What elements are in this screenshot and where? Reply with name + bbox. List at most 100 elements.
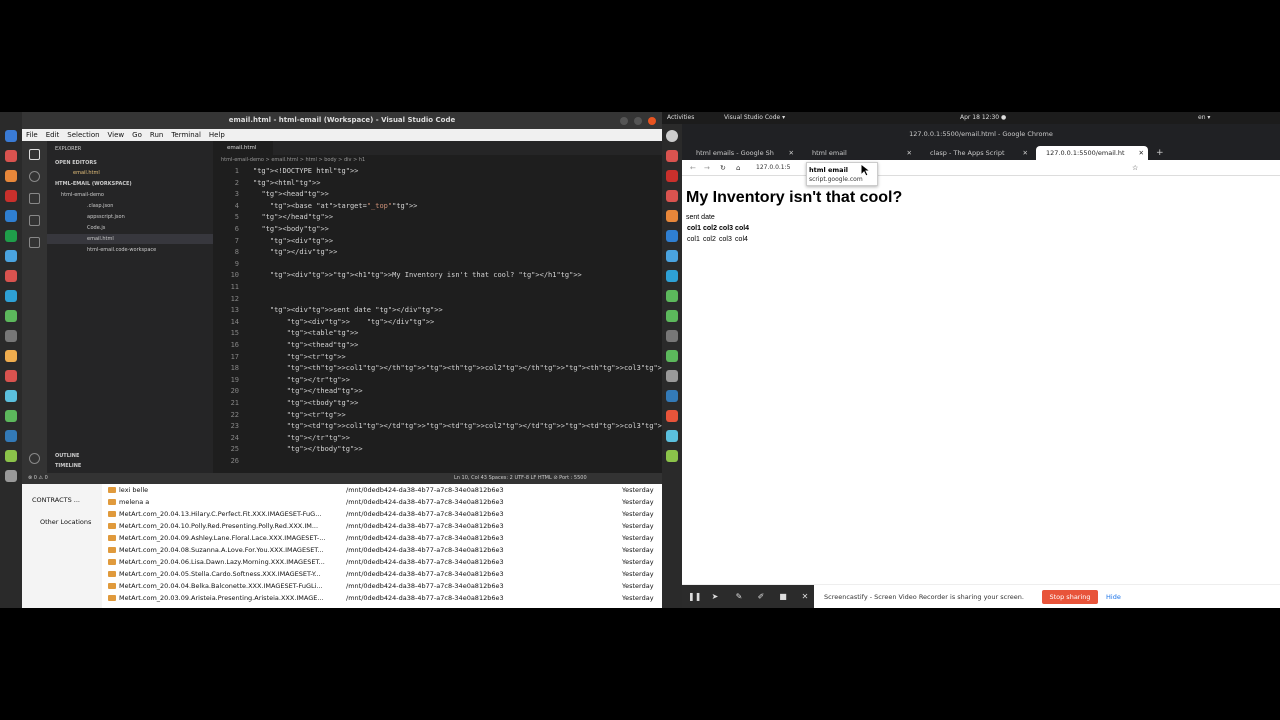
breadcrumb[interactable]: html-email-demo > email.html > html > bo…: [213, 156, 662, 165]
code-line[interactable]: 6 "tg"><body"tg">>: [213, 224, 662, 236]
code-line[interactable]: 17 "tg"><tr"tg">>: [213, 352, 662, 364]
code-line[interactable]: 19 "tg"></tr"tg">>: [213, 375, 662, 387]
close-icon[interactable]: ✕: [800, 592, 810, 602]
menu-file[interactable]: File: [22, 131, 42, 139]
code-line[interactable]: 7 "tg"><div"tg">>: [213, 236, 662, 248]
file-item-selected[interactable]: email.html: [47, 234, 213, 244]
skype-icon[interactable]: [5, 290, 17, 302]
camera-icon[interactable]: ■: [778, 592, 788, 602]
tab-clasp[interactable]: clasp - The Apps Script ✕: [920, 146, 1032, 160]
file-row[interactable]: MetArt.com_20.04.09.Ashley.Lane.Floral.L…: [106, 532, 662, 544]
close-button[interactable]: [648, 117, 656, 125]
menu-help[interactable]: Help: [205, 131, 229, 139]
tab-localhost[interactable]: 127.0.0.1:5500/email.ht ✕: [1036, 146, 1148, 160]
back-icon[interactable]: ←: [690, 160, 696, 175]
code-line[interactable]: 15 "tg"><table"tg">>: [213, 328, 662, 340]
app-icon[interactable]: [5, 350, 17, 362]
app-icon[interactable]: [666, 430, 678, 442]
file-row[interactable]: MetArt.com_20.04.04.Belka.Balconette.XXX…: [106, 580, 662, 592]
app-icon[interactable]: [666, 250, 678, 262]
reload-icon[interactable]: ↻: [720, 160, 726, 175]
highlighter-icon[interactable]: ✐: [756, 592, 766, 602]
problems-status[interactable]: ⊗ 0 ⚠ 0: [22, 475, 48, 481]
source-control-icon[interactable]: [29, 193, 40, 204]
url-input[interactable]: 127.0.0.1:5: [756, 160, 790, 175]
pointer-icon[interactable]: ➤: [710, 592, 720, 602]
explorer-icon[interactable]: [29, 149, 40, 160]
code-line[interactable]: 2 "tg"><html"tg">>: [213, 178, 662, 190]
file-item[interactable]: appsscript.json: [47, 212, 213, 222]
file-item[interactable]: .clasp.json: [47, 201, 213, 211]
extensions-icon[interactable]: [29, 237, 40, 248]
tab-html-email[interactable]: html email ✕: [802, 146, 916, 160]
code-line[interactable]: 21 "tg"><tbody"tg">>: [213, 398, 662, 410]
menu-view[interactable]: View: [104, 131, 129, 139]
code-line[interactable]: 22 "tg"><tr"tg">>: [213, 410, 662, 422]
pen-icon[interactable]: ✎: [734, 592, 744, 602]
file-row[interactable]: MetArt.com_20.04.10.Polly.Red.Presenting…: [106, 520, 662, 532]
app-icon[interactable]: [666, 190, 678, 202]
file-item[interactable]: Code.js: [47, 223, 213, 233]
stop-sharing-button[interactable]: Stop sharing: [1042, 590, 1098, 604]
chrome-icon[interactable]: [5, 150, 17, 162]
folder-item[interactable]: html-email-demo: [47, 190, 213, 200]
firefox-icon[interactable]: [666, 150, 678, 162]
app-icon[interactable]: [5, 370, 17, 382]
code-line[interactable]: 14 "tg"><div"tg">> "tg"></div"tg">>: [213, 317, 662, 329]
file-row[interactable]: MetArt.com_20.03.09.Aristeia.Presenting.…: [106, 592, 662, 604]
code-line[interactable]: 20 "tg"></thead"tg">>: [213, 386, 662, 398]
run-debug-icon[interactable]: [29, 215, 40, 226]
menu-go[interactable]: Go: [128, 131, 146, 139]
workspace-section[interactable]: HTML-EMAIL (WORKSPACE): [47, 179, 213, 189]
app-icon[interactable]: [666, 390, 678, 402]
hide-button[interactable]: Hide: [1106, 585, 1121, 608]
vscode-icon[interactable]: [666, 230, 678, 242]
code-line[interactable]: 26: [213, 456, 662, 468]
code-line[interactable]: 25 "tg"></tbody"tg">>: [213, 444, 662, 456]
opera-icon[interactable]: [5, 190, 17, 202]
code-editor[interactable]: 1 "tg"><!DOCTYPE html"tg">> 2 "tg"><html"tg…: [213, 166, 662, 473]
clock[interactable]: Apr 18 12:30 ●: [960, 112, 1006, 124]
file-item[interactable]: html-email.code-workspace: [47, 245, 213, 255]
language-indicator[interactable]: en ▾: [1198, 112, 1210, 124]
timeline-section[interactable]: TIMELINE: [47, 461, 213, 471]
code-line[interactable]: 13 "tg"><div"tg">>sent date "tg"></div"t…: [213, 305, 662, 317]
file-row[interactable]: melena a/mnt/0dedb424-da38-4b77-a7c8-34e…: [106, 496, 662, 508]
maximize-button[interactable]: [634, 117, 642, 125]
forward-icon[interactable]: →: [704, 160, 710, 175]
code-line[interactable]: 8 "tg"></div"tg">>: [213, 247, 662, 259]
file-row[interactable]: MetArt.com_20.04.05.Stella.Cardo.Softnes…: [106, 568, 662, 580]
app-icon[interactable]: [666, 350, 678, 362]
activities-button[interactable]: Activities: [667, 112, 694, 124]
code-line[interactable]: 16 "tg"><thead"tg">>: [213, 340, 662, 352]
terminal-icon[interactable]: [5, 230, 17, 242]
menu-run[interactable]: Run: [146, 131, 167, 139]
new-tab-button[interactable]: +: [1152, 146, 1168, 160]
chrome-icon[interactable]: [666, 130, 678, 142]
opera-icon[interactable]: [666, 170, 678, 182]
minimize-button[interactable]: [620, 117, 628, 125]
app-menu[interactable]: Visual Studio Code ▾: [724, 112, 785, 124]
open-editors-section[interactable]: OPEN EDITORS: [47, 158, 213, 168]
cursor-status[interactable]: Ln 10, Col 43 Spaces: 2 UTF-8 LF HTML ⊘ …: [454, 473, 587, 484]
app-icon[interactable]: [666, 370, 678, 382]
app-icon[interactable]: [666, 210, 678, 222]
home-icon[interactable]: ⌂: [736, 160, 740, 175]
app-icon[interactable]: [666, 270, 678, 282]
sidebar-item-contracts[interactable]: CONTRACTS ...: [32, 496, 80, 504]
close-icon[interactable]: ✕: [1023, 146, 1028, 160]
app-icon[interactable]: [5, 450, 17, 462]
tab-html-emails[interactable]: html emails - Google Sh ✕: [686, 146, 798, 160]
sidebar-item-other-locations[interactable]: Other Locations: [40, 518, 91, 526]
code-line[interactable]: 4 "tg"><base "at">target="_top""tg">>: [213, 201, 662, 213]
firefox-icon[interactable]: [5, 170, 17, 182]
code-line[interactable]: 11: [213, 282, 662, 294]
code-line[interactable]: 18 "tg"><th"tg">>col1"tg"></th"tg">>"tg"…: [213, 363, 662, 375]
app-icon[interactable]: [666, 410, 678, 422]
code-line[interactable]: 10 "tg"><div"tg">>"tg"><h1"tg">>My Inven…: [213, 270, 662, 282]
code-line[interactable]: 1 "tg"><!DOCTYPE html"tg">>: [213, 166, 662, 178]
app-icon[interactable]: [5, 310, 17, 322]
outline-section[interactable]: OUTLINE: [47, 451, 213, 461]
menu-terminal[interactable]: Terminal: [167, 131, 205, 139]
code-line[interactable]: 23 "tg"><td"tg">>col1"tg"></td"tg">>"tg"…: [213, 421, 662, 433]
